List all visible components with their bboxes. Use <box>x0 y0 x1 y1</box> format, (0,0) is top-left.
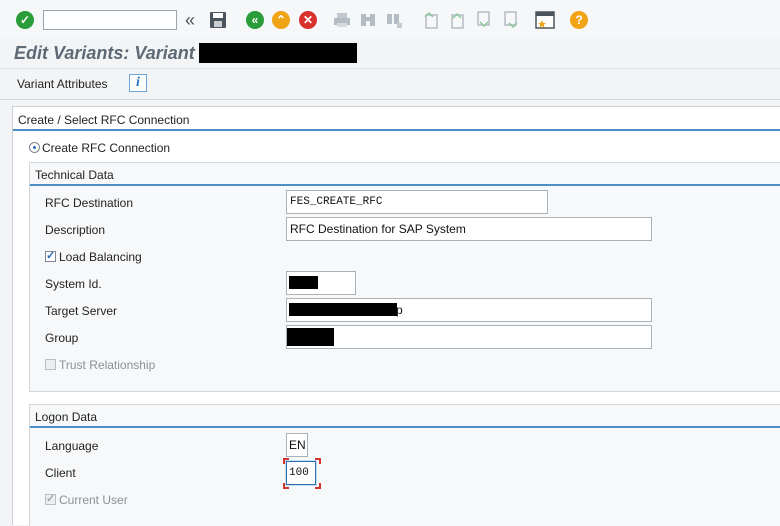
redacted-system-id <box>289 276 318 289</box>
command-field[interactable] <box>43 10 177 30</box>
current-user-label: Current User <box>59 493 128 507</box>
page-title: Edit Variants: Variant <box>14 43 195 63</box>
layout-icon[interactable] <box>534 9 556 31</box>
variant-attributes-button[interactable]: Variant Attributes <box>17 77 108 91</box>
section-rule <box>13 129 780 131</box>
target-server-field[interactable]: p <box>286 298 652 322</box>
section-title: Create / Select RFC Connection <box>18 113 190 127</box>
find-icon[interactable] <box>357 9 379 31</box>
technical-data-group: Technical Data RFC Destination FES_CREAT… <box>29 162 780 392</box>
focus-corner <box>315 458 321 464</box>
focus-corner <box>315 483 321 489</box>
first-page-icon[interactable] <box>420 9 442 31</box>
redacted-target-server <box>289 303 397 316</box>
trust-relationship-label: Trust Relationship <box>59 358 156 372</box>
toolbar: ✓ « « ⌃ ✕ ? <box>0 0 780 39</box>
load-balancing-checkbox[interactable]: ✓ <box>45 251 56 262</box>
redacted-group <box>287 328 334 346</box>
back-arrows-icon[interactable]: « <box>179 9 201 31</box>
exit-icon[interactable]: ⌃ <box>270 9 292 31</box>
create-rfc-radio[interactable] <box>29 142 40 153</box>
target-server-suffix: p <box>396 303 403 317</box>
create-rfc-label: Create RFC Connection <box>42 141 171 155</box>
language-label: Language <box>45 439 99 453</box>
help-icon[interactable]: ? <box>568 9 590 31</box>
cancel-icon[interactable]: ✕ <box>297 9 319 31</box>
group-label: Group <box>45 331 79 345</box>
focus-corner <box>283 483 289 489</box>
title-bar: Edit Variants: Variant <box>0 38 780 69</box>
back-icon[interactable]: « <box>244 9 266 31</box>
technical-data-title: Technical Data <box>35 168 114 182</box>
redacted-variant-name <box>199 43 357 63</box>
application-toolbar: Variant Attributes <box>0 69 780 100</box>
info-icon[interactable]: i <box>129 74 147 92</box>
prev-page-icon[interactable] <box>446 9 468 31</box>
description-field[interactable]: RFC Destination for SAP System <box>286 217 652 241</box>
find-next-icon[interactable] <box>383 9 405 31</box>
save-icon[interactable] <box>207 9 229 31</box>
current-user-checkbox: ✓ <box>45 493 56 505</box>
client-label: Client <box>45 466 76 480</box>
next-page-icon[interactable] <box>473 9 495 31</box>
technical-data-rule <box>30 184 780 186</box>
client-field[interactable]: 100 <box>286 461 316 485</box>
trust-relationship-checkbox <box>45 359 56 370</box>
rfc-destination-field[interactable]: FES_CREATE_RFC <box>286 190 548 214</box>
description-label: Description <box>45 223 106 237</box>
last-page-icon[interactable] <box>500 9 522 31</box>
logon-data-rule <box>30 426 780 428</box>
check-icon[interactable]: ✓ <box>14 9 36 31</box>
rfc-destination-label: RFC Destination <box>45 196 134 210</box>
logon-data-group: Logon Data Language EN Client 100 ✓ Curr… <box>29 404 780 526</box>
print-icon[interactable] <box>331 9 353 31</box>
focus-corner <box>283 458 289 464</box>
system-id-field[interactable] <box>286 271 356 295</box>
system-id-label: System Id. <box>45 277 102 291</box>
language-field[interactable]: EN <box>286 433 308 457</box>
logon-data-title: Logon Data <box>35 410 98 424</box>
target-server-label: Target Server <box>45 304 118 318</box>
group-field[interactable] <box>286 325 652 349</box>
main-panel: Create / Select RFC Connection Create RF… <box>12 106 780 526</box>
load-balancing-label: Load Balancing <box>59 250 142 264</box>
